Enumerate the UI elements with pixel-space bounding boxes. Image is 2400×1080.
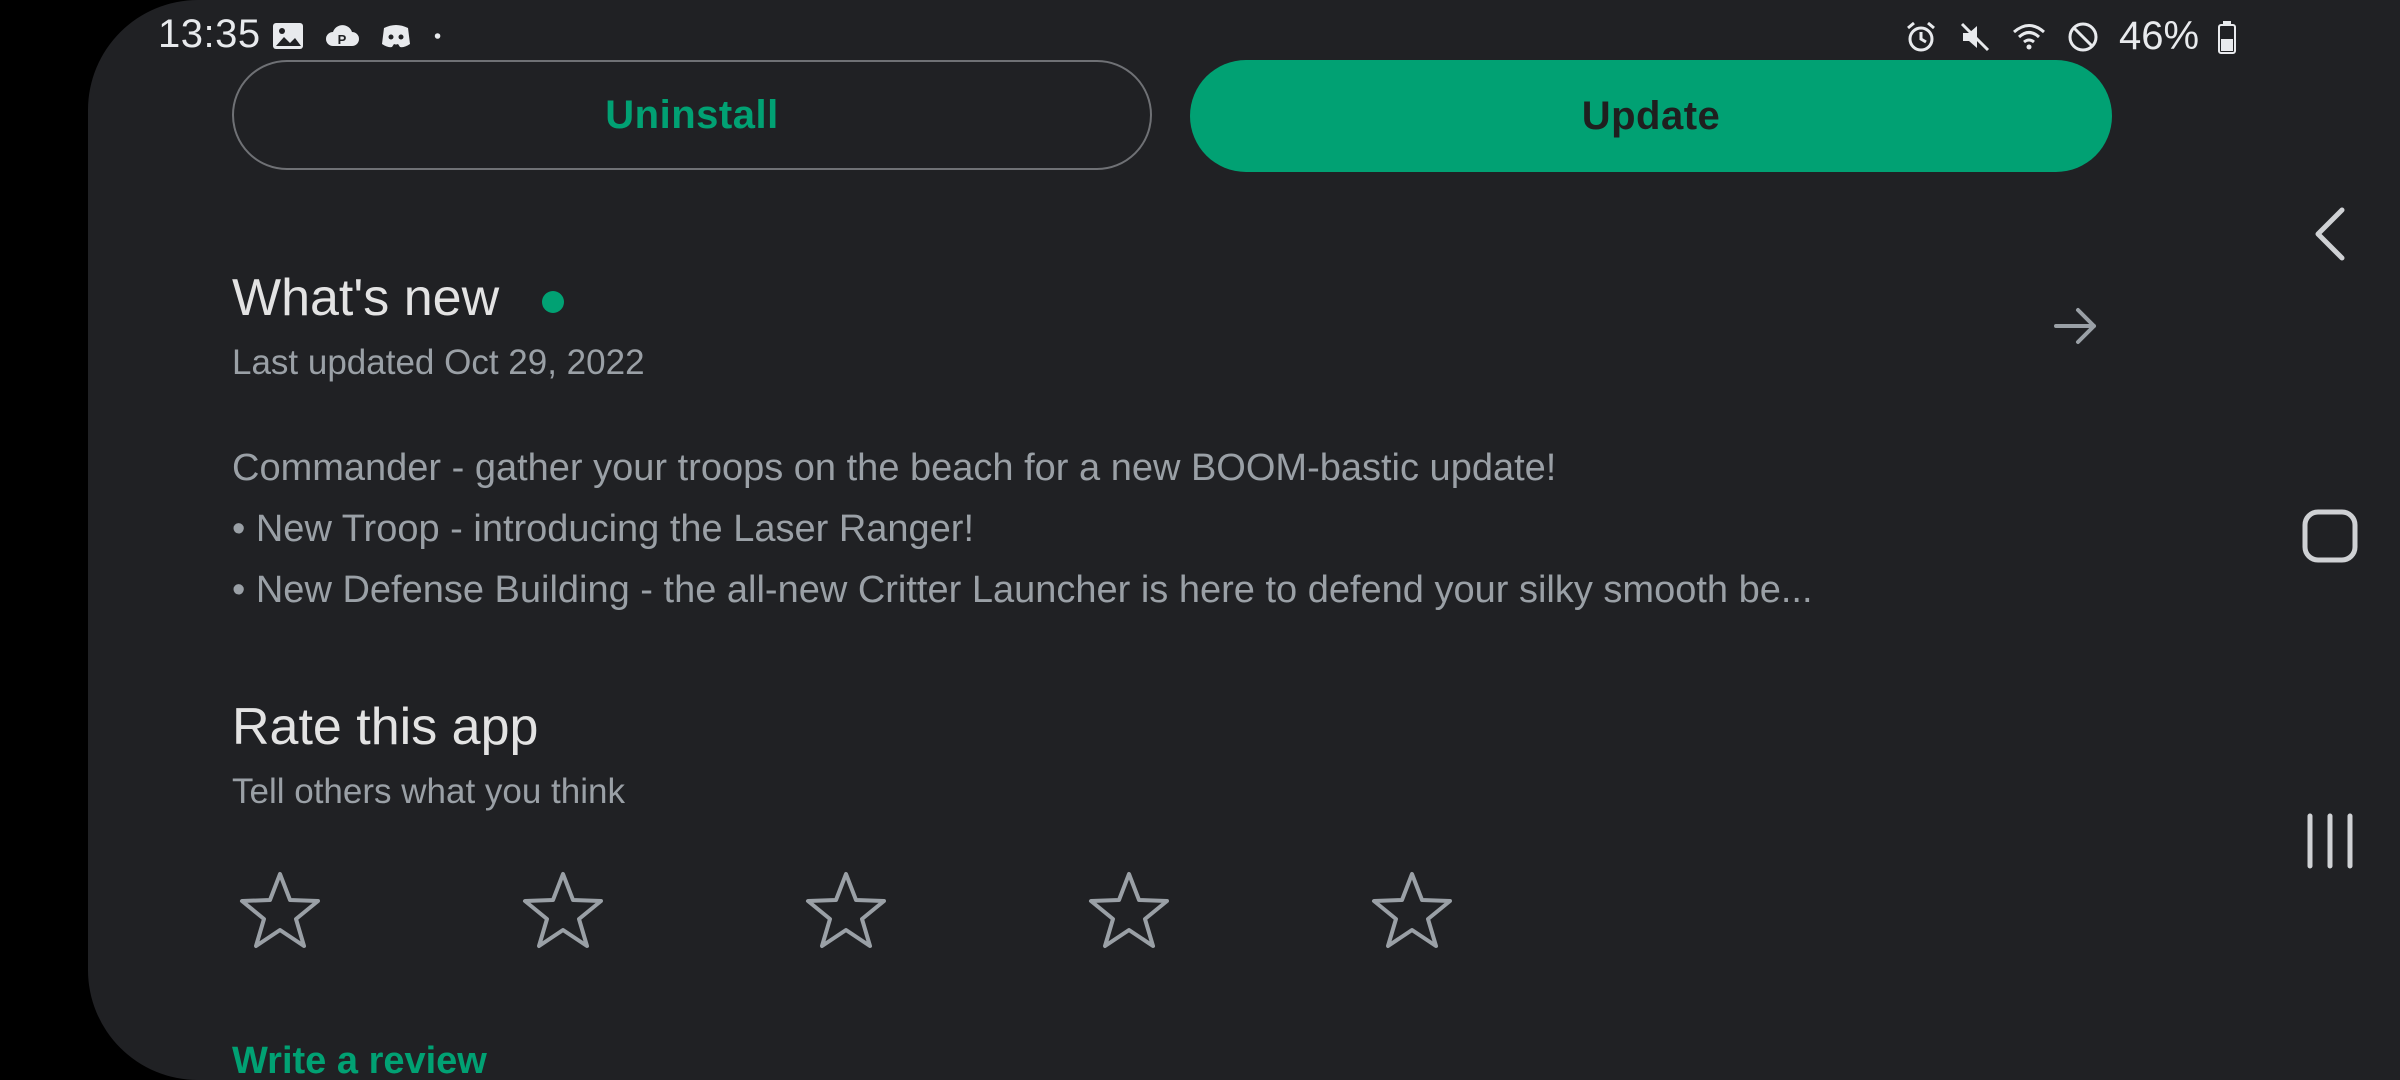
system-indicators: 46% [1903, 14, 2237, 59]
gallery-icon [273, 23, 303, 49]
discord-icon [382, 25, 410, 48]
battery-icon [2218, 20, 2237, 54]
star-3-icon[interactable] [804, 868, 888, 952]
wifi-icon [2013, 23, 2045, 49]
arrow-right-icon[interactable] [2046, 296, 2106, 356]
app-screen: 13:35 P 46% Uninstall Update What's new … [88, 0, 2400, 1080]
do-not-disturb-icon [2068, 22, 2098, 51]
rate-app-subtitle: Tell others what you think [232, 772, 625, 811]
star-5-icon[interactable] [1370, 868, 1454, 952]
back-icon[interactable] [2302, 200, 2358, 268]
star-1-icon[interactable] [238, 868, 322, 952]
whats-new-body[interactable]: Commander - gather your troops on the be… [232, 438, 2112, 621]
rate-app-title: Rate this app [232, 698, 539, 756]
update-button[interactable]: Update [1190, 60, 2112, 172]
dot-icon [434, 33, 441, 39]
battery-percent: 46% [2119, 14, 2200, 58]
star-4-icon[interactable] [1087, 868, 1171, 952]
recent-apps-icon[interactable] [2300, 810, 2360, 872]
mute-icon [1960, 22, 1990, 51]
notification-icons: P [270, 18, 452, 54]
uninstall-button[interactable]: Uninstall [232, 60, 1152, 170]
whats-new-title[interactable]: What's new [232, 268, 499, 328]
star-rating [238, 868, 1653, 952]
alarm-icon [1907, 21, 1935, 51]
new-indicator-dot [542, 291, 564, 313]
parking-cloud-icon: P [326, 25, 359, 47]
write-review-link[interactable]: Write a review [232, 1040, 487, 1080]
home-icon[interactable] [2298, 506, 2362, 566]
whats-new-line: • New Troop - introducing the Laser Rang… [232, 508, 975, 550]
status-time: 13:35 [158, 12, 261, 56]
whats-new-line: • New Defense Building - the all-new Cri… [232, 569, 1813, 611]
last-updated-text: Last updated Oct 29, 2022 [232, 343, 645, 382]
star-2-icon[interactable] [521, 868, 605, 952]
svg-text:P: P [338, 32, 347, 47]
whats-new-line: Commander - gather your troops on the be… [232, 447, 1557, 489]
navigation-bar [2280, 0, 2400, 1080]
